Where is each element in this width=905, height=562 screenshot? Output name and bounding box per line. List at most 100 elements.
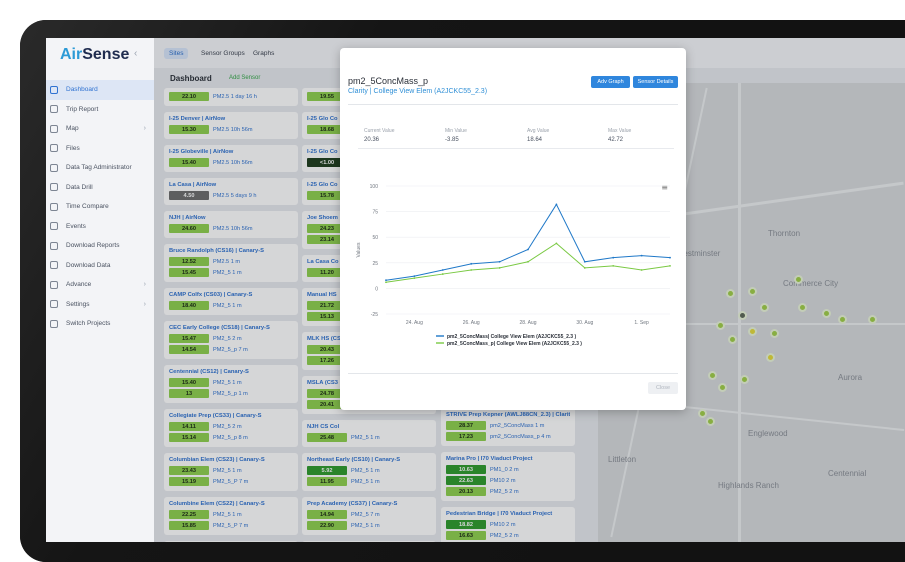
sidebar-item-label: Download Reports — [66, 242, 120, 250]
stat-label: Avg Value — [527, 128, 550, 134]
nav-icon — [50, 261, 58, 270]
data-point — [527, 260, 529, 263]
chevron-right-icon: › — [143, 281, 146, 289]
data-point — [669, 256, 671, 259]
modal-title: pm2_5ConcMass_p — [348, 76, 429, 86]
sidebar: AirSense ‹ Dashboard Trip Report Map › Files… — [46, 38, 154, 542]
sidebar-item-events[interactable]: Events — [46, 217, 154, 237]
data-point — [385, 279, 387, 282]
series-line — [385, 203, 671, 281]
nav-icon — [50, 144, 58, 153]
data-point — [441, 273, 444, 275]
sensor-details-button[interactable]: Sensor Details — [633, 76, 678, 88]
nav-icon — [50, 85, 58, 94]
data-point — [640, 254, 643, 257]
x-tick-label: 28. Aug — [520, 320, 537, 326]
sidebar-item-time-compare[interactable]: Time Compare — [46, 197, 154, 217]
sidebar-item-label: Data Tag Administrator — [66, 164, 132, 172]
stat-value: -3.85 — [445, 137, 459, 143]
sidebar-nav: Dashboard Trip Report Map › Files Data Tag Ad… — [46, 80, 154, 334]
nav-icon — [50, 202, 58, 211]
data-point — [612, 264, 615, 267]
sidebar-item-dashboard[interactable]: Dashboard — [46, 80, 154, 100]
x-tick-label: 30. Aug — [576, 320, 593, 326]
data-point — [470, 262, 473, 265]
y-tick-label: 50 — [372, 235, 378, 241]
x-tick-label: 24. Aug — [406, 320, 423, 326]
chevron-right-icon: › — [143, 300, 146, 308]
modal-subtitle[interactable]: Clarity | College View Elem (A2JCKC55_2.… — [348, 88, 487, 95]
pm25-line-chart: 100 75 50 25 0 -25 Values 24. Aug 26. Aug 28. Aug… — [356, 183, 671, 347]
sidebar-item-label: Switch Projects — [66, 320, 111, 328]
stat-label: Current Value — [364, 128, 395, 134]
data-point — [640, 269, 643, 271]
sidebar-item-label: Time Compare — [66, 203, 109, 211]
sidebar-item-trip-report[interactable]: Trip Report — [46, 100, 154, 120]
stat-label: Max Value — [608, 128, 632, 134]
nav-icon — [50, 183, 58, 192]
sidebar-item-data-drill[interactable]: Data Drill — [46, 178, 154, 198]
divider — [348, 373, 678, 374]
nav-icon — [50, 300, 58, 309]
collapse-sidebar-icon[interactable]: ‹ — [134, 48, 137, 59]
data-point — [441, 269, 444, 271]
nav-icon — [50, 222, 58, 231]
sidebar-item-label: Files — [66, 144, 80, 152]
stat-current: Current Value 20.36 — [364, 128, 394, 143]
data-point — [669, 264, 671, 267]
y-tick-label: 75 — [372, 210, 378, 216]
data-point — [612, 256, 615, 259]
sidebar-item-files[interactable]: Files — [46, 139, 154, 159]
data-point — [413, 277, 416, 280]
nav-icon — [50, 241, 58, 250]
data-point — [385, 281, 387, 284]
close-button[interactable]: Close — [648, 382, 678, 394]
stat-label: Min Value — [445, 128, 467, 134]
hamburger-icon: ≡ — [661, 183, 668, 192]
divider — [348, 104, 678, 105]
stat-min: Min Value -3.85 — [445, 128, 467, 143]
chevron-right-icon: › — [143, 125, 146, 133]
legend-label: pm2_5ConcMass| College View Elem (A2JCKC… — [447, 334, 576, 340]
sidebar-item-label: Settings — [66, 300, 90, 308]
nav-icon — [50, 124, 58, 133]
stat-avg: Avg Value 18.64 — [527, 128, 549, 143]
y-tick-label: 100 — [370, 184, 379, 190]
sidebar-item-map[interactable]: Map › — [46, 119, 154, 139]
data-point — [583, 267, 586, 269]
sidebar-item-download-reports[interactable]: Download Reports — [46, 236, 154, 256]
stat-value: 18.64 — [527, 137, 543, 143]
divider — [358, 148, 674, 149]
y-tick-label: -25 — [371, 312, 378, 318]
sidebar-item-advance[interactable]: Advance › — [46, 275, 154, 295]
brand-logo[interactable]: AirSense — [60, 46, 129, 64]
x-tick-label: 1. Sep — [634, 320, 649, 326]
sidebar-item-switch-projects[interactable]: Switch Projects — [46, 314, 154, 334]
y-tick-label: 25 — [372, 261, 378, 267]
sidebar-item-data-tag-administrator[interactable]: Data Tag Administrator — [46, 158, 154, 178]
data-point — [413, 275, 416, 278]
sensor-graph-modal: pm2_5ConcMass_p Clarity | College View E… — [340, 48, 686, 410]
sidebar-item-label: Download Data — [66, 261, 111, 269]
data-point — [527, 248, 529, 251]
nav-icon — [50, 105, 58, 114]
data-point — [555, 242, 558, 245]
data-point — [498, 260, 501, 263]
x-tick-label: 26. Aug — [463, 320, 480, 326]
sidebar-item-label: Advance — [66, 281, 92, 289]
y-tick-label: 0 — [375, 286, 378, 292]
sidebar-item-label: Data Drill — [66, 183, 93, 191]
data-point — [555, 203, 558, 206]
data-point — [470, 269, 473, 271]
adv-graph-button[interactable]: Adv Graph — [591, 76, 630, 88]
sidebar-item-label: Events — [66, 222, 86, 230]
sidebar-item-download-data[interactable]: Download Data — [46, 256, 154, 276]
nav-icon — [50, 319, 58, 328]
stat-max: Max Value 42.72 — [608, 128, 631, 143]
legend-label: pm2_5ConcMass_p| College View Elem (A2JC… — [447, 341, 582, 347]
sidebar-item-settings[interactable]: Settings › — [46, 295, 154, 315]
y-axis-label: Values — [356, 242, 362, 257]
sidebar-item-label: Map — [66, 125, 79, 133]
nav-icon — [50, 280, 58, 289]
stat-value: 20.36 — [364, 137, 380, 143]
